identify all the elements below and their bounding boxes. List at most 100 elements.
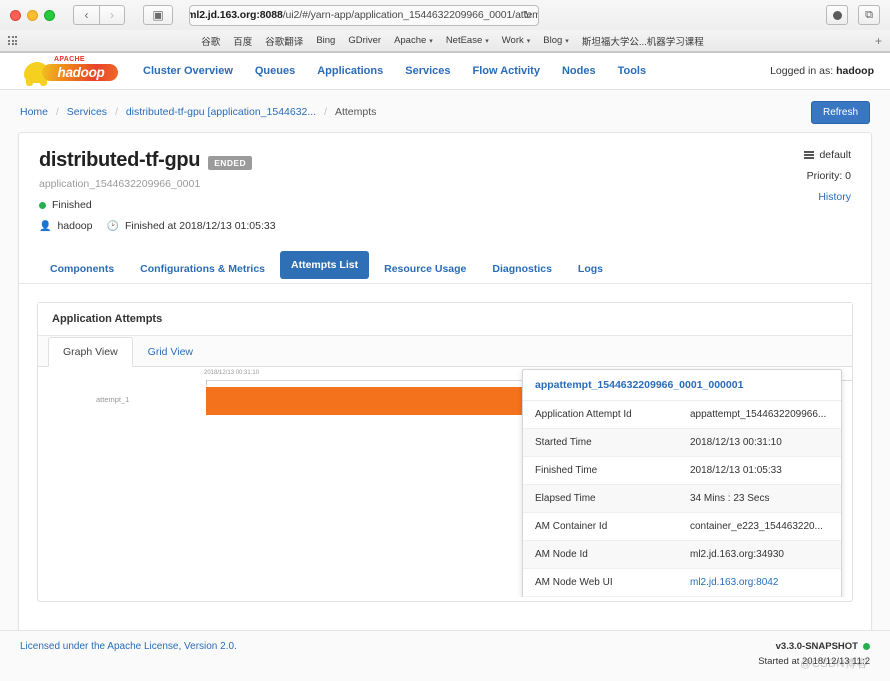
- bookmark-item[interactable]: 谷歌: [201, 34, 220, 48]
- version-row: v3.3.0-SNAPSHOT: [758, 641, 870, 652]
- breadcrumb-home[interactable]: Home: [20, 106, 48, 118]
- bookmark-label: Work: [501, 35, 524, 46]
- am-node-web-ui-link[interactable]: ml2.jd.163.org:8042: [690, 577, 778, 588]
- nav-cluster-overview[interactable]: Cluster Overview: [143, 65, 233, 77]
- share-icon[interactable]: [826, 5, 848, 25]
- back-button[interactable]: ‹: [73, 5, 99, 25]
- nav-flow-activity[interactable]: Flow Activity: [473, 65, 540, 77]
- tooltip-row: Finished Time 2018/12/13 01:05:33: [523, 457, 841, 485]
- bookmark-item[interactable]: NetEase ▾: [446, 35, 489, 46]
- graph-row-label: attempt_1: [96, 395, 130, 404]
- tab-diagnostics[interactable]: Diagnostics: [481, 255, 563, 283]
- tab-logs[interactable]: Logs: [567, 255, 614, 283]
- tabs-overview-icon[interactable]: ⧉: [858, 5, 880, 25]
- nav-services[interactable]: Services: [405, 65, 450, 77]
- priority-row: Priority: 0: [804, 170, 851, 182]
- breadcrumb-application[interactable]: distributed-tf-gpu [application_1544632.…: [126, 106, 316, 118]
- tab-grid-view[interactable]: Grid View: [133, 337, 208, 367]
- attempts-panel-title: Application Attempts: [38, 303, 852, 336]
- tooltip-value: 34 Mins : 23 Secs: [690, 493, 770, 504]
- bookmark-item[interactable]: GDriver: [348, 35, 381, 46]
- bookmark-item[interactable]: Blog ▾: [543, 35, 569, 46]
- user-icon: 👤: [39, 220, 52, 232]
- application-tabs: Components Configurations & Metrics Atte…: [19, 242, 871, 284]
- bookmark-label: 谷歌: [201, 36, 221, 48]
- nav-tools[interactable]: Tools: [618, 65, 647, 77]
- hadoop-logo-icon[interactable]: APACHE hadoop: [16, 56, 121, 86]
- new-tab-button[interactable]: +: [875, 34, 882, 48]
- application-card: distributed-tf-gpu ENDED application_154…: [18, 132, 872, 643]
- tooltip-key: AM Node Id: [535, 549, 588, 560]
- tooltip-value: 2018/12/13 01:05:33: [690, 465, 782, 476]
- nav-nodes[interactable]: Nodes: [562, 65, 596, 77]
- tooltip-key: Started Time: [535, 437, 592, 448]
- tab-components[interactable]: Components: [39, 255, 125, 283]
- history-row: History: [804, 191, 851, 203]
- tooltip-key: Finished Time: [535, 465, 598, 476]
- logged-in-label: Logged in as:: [770, 65, 834, 77]
- maximize-window-button[interactable]: [44, 9, 55, 21]
- bookmark-label: 斯坦福大学公...机器学习课程: [581, 36, 704, 48]
- tab-resource-usage[interactable]: Resource Usage: [373, 255, 477, 283]
- application-meta: 👤 hadoop 🕑 Finished at 2018/12/13 01:05:…: [39, 220, 851, 232]
- forward-button[interactable]: ›: [99, 5, 125, 25]
- bookmark-label: NetEase: [445, 35, 483, 46]
- chrome-right-buttons: ⧉: [826, 5, 880, 25]
- tooltip-value: ml2.jd.163.org:34930: [690, 549, 784, 560]
- url-text: ml2.jd.163.org:8088/ui2/#/yarn-app/appli…: [190, 9, 538, 21]
- bookmark-label: Bing: [316, 35, 336, 46]
- tooltip-value: 2018/12/13 00:31:10: [690, 437, 782, 448]
- bookmark-item[interactable]: Work ▾: [502, 35, 531, 46]
- tab-graph-view[interactable]: Graph View: [48, 337, 133, 367]
- history-link[interactable]: History: [818, 191, 851, 203]
- tab-attempts-list[interactable]: Attempts List: [280, 251, 370, 279]
- breadcrumb-attempts: Attempts: [334, 106, 377, 118]
- minimize-window-button[interactable]: [27, 9, 38, 21]
- application-user: hadoop: [57, 220, 93, 232]
- yarn-navbar: APACHE hadoop Cluster Overview Queues Ap…: [0, 53, 890, 90]
- nav-applications[interactable]: Applications: [317, 65, 383, 77]
- license-link[interactable]: Licensed under the Apache License, Versi…: [20, 641, 237, 652]
- breadcrumb: Home / Services / distributed-tf-gpu [ap…: [20, 106, 376, 118]
- bookmark-item[interactable]: 谷歌翻译: [265, 34, 303, 48]
- bookmark-label: Apache: [394, 35, 427, 46]
- tooltip-key: AM Container Id: [535, 521, 608, 532]
- bookmark-item[interactable]: Bing: [316, 35, 335, 46]
- footer-version-info: v3.3.0-SNAPSHOT Started at 2018/12/13 11…: [758, 641, 870, 670]
- priority-value: Priority: 0: [806, 170, 851, 182]
- bookmark-item[interactable]: 百度: [233, 34, 252, 48]
- sidebar-toggle-icon[interactable]: ▣: [143, 5, 173, 25]
- logged-in-status: Logged in as: hadoop: [770, 65, 874, 77]
- chevron-down-icon: ▾: [429, 37, 433, 45]
- page-title: distributed-tf-gpu: [39, 149, 201, 171]
- refresh-button[interactable]: Refresh: [810, 100, 870, 124]
- main-nav: Cluster Overview Queues Applications Ser…: [143, 65, 646, 77]
- application-id: application_1544632209966_0001: [39, 178, 201, 190]
- close-window-button[interactable]: [10, 9, 21, 21]
- bookmark-item[interactable]: Apache ▾: [394, 35, 433, 46]
- bookmark-label: 谷歌翻译: [265, 36, 304, 48]
- tooltip-value: container_e223_154463220...: [690, 521, 823, 532]
- address-bar[interactable]: ml2.jd.163.org:8088/ui2/#/yarn-app/appli…: [189, 4, 539, 26]
- tab-configurations-metrics[interactable]: Configurations & Metrics: [129, 255, 276, 283]
- breadcrumb-services[interactable]: Services: [67, 106, 107, 118]
- queue-icon: [804, 151, 815, 159]
- queue-row: default: [804, 149, 851, 161]
- tooltip-value: appattempt_1544632209966...: [690, 409, 827, 420]
- tooltip-title[interactable]: appattempt_1544632209966_0001_000001: [523, 370, 841, 401]
- tooltip-row: Application Attempt Id appattempt_154463…: [523, 401, 841, 429]
- apps-grid-icon[interactable]: [8, 36, 17, 45]
- breadcrumb-row: Home / Services / distributed-tf-gpu [ap…: [0, 90, 890, 132]
- tooltip-row: Elapsed Time 34 Mins : 23 Secs: [523, 485, 841, 513]
- page-body: Home / Services / distributed-tf-gpu [ap…: [0, 90, 890, 681]
- attempt-detail-tooltip: appattempt_1544632209966_0001_000001 App…: [522, 369, 842, 597]
- nav-queues[interactable]: Queues: [255, 65, 295, 77]
- application-state-label: Finished: [52, 199, 92, 211]
- bookmark-item[interactable]: 斯坦福大学公...机器学习课程: [582, 34, 704, 48]
- health-dot-icon: [863, 643, 870, 650]
- graph-axis-tick-mark: [206, 380, 207, 385]
- browser-nav-buttons: ‹ ›: [73, 5, 125, 25]
- reload-icon[interactable]: ↻: [523, 9, 532, 22]
- breadcrumb-separator: /: [56, 106, 59, 118]
- breadcrumb-separator: /: [115, 106, 118, 118]
